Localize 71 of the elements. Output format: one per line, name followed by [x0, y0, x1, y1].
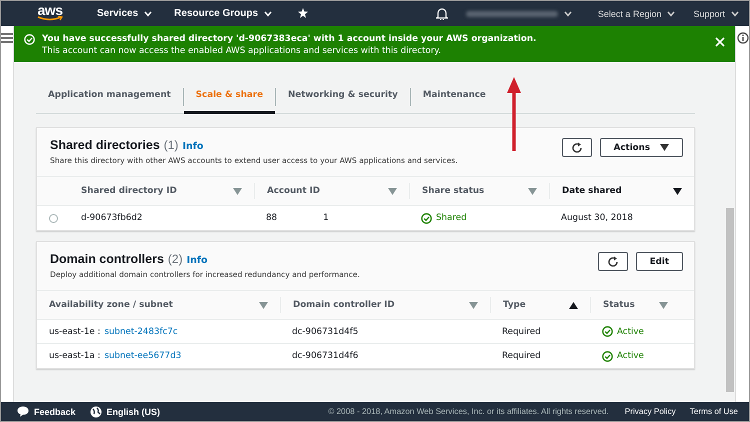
- column-header[interactable]: Account ID: [267, 186, 320, 196]
- check-circle-icon: [24, 34, 35, 45]
- caret-icon: [731, 10, 739, 16]
- refresh-icon: [606, 256, 619, 268]
- smile-icon: [37, 16, 63, 22]
- subnet-link[interactable]: subnet-ee5677d3: [104, 351, 182, 361]
- refresh-icon: [570, 142, 583, 154]
- refresh-button[interactable]: [598, 252, 628, 271]
- column-header[interactable]: Status: [603, 300, 635, 310]
- check-circle-icon: [421, 212, 432, 224]
- table-cell: us-east-1e :: [49, 326, 100, 336]
- caret-icon: [264, 10, 272, 16]
- banner-title: You have successfully shared directory 'd-9067383eca' with 1 account inside your AWS organization.: [42, 33, 538, 45]
- table-cell: 88: [266, 213, 278, 223]
- tab[interactable]: Application management: [36, 80, 183, 114]
- status-text: Active: [617, 326, 644, 336]
- edit-button[interactable]: Edit: [636, 252, 683, 271]
- speech-bubble-icon: [17, 406, 29, 417]
- radio-button[interactable]: [49, 214, 58, 222]
- status-text: Shared: [436, 213, 467, 223]
- column-header[interactable]: Type: [503, 300, 526, 310]
- account-menu[interactable]: [466, 10, 572, 16]
- refresh-button[interactable]: [562, 138, 592, 157]
- actions-button[interactable]: Actions: [600, 138, 683, 157]
- check-circle-icon: [602, 350, 613, 362]
- check-circle-icon: [602, 326, 613, 337]
- copyright-text: © 2008 - 2018, Amazon Web Services, Inc. or its affiliates. All rights reserved.: [328, 407, 609, 416]
- aws-logo[interactable]: aws: [37, 5, 63, 22]
- column-header[interactable]: Domain controller ID: [293, 300, 395, 310]
- item-count: (2): [168, 252, 183, 266]
- tab[interactable]: Networking & security: [276, 80, 410, 114]
- info-link[interactable]: Info: [186, 255, 208, 266]
- language-link[interactable]: English (US): [90, 406, 160, 418]
- caret-icon: [667, 10, 676, 16]
- close-icon: [715, 37, 725, 47]
- footer-link[interactable]: Terms of Use: [690, 407, 738, 416]
- caret-icon: [144, 10, 152, 16]
- table-cell: 1: [323, 213, 329, 223]
- section-title: Shared directories: [50, 138, 160, 152]
- table-cell: Required: [502, 326, 541, 336]
- info-icon: [736, 32, 748, 44]
- feedback-link[interactable]: Feedback: [17, 406, 76, 417]
- info-link[interactable]: Info: [182, 141, 204, 152]
- footer-link[interactable]: Privacy Policy: [624, 407, 676, 416]
- status-text: Active: [617, 351, 644, 361]
- nav-menu[interactable]: Resource Groups: [174, 8, 272, 19]
- table-cell: us-east-1a :: [49, 351, 100, 361]
- column-header[interactable]: Availability zone / subnet: [49, 300, 173, 310]
- nav-menu[interactable]: Support: [693, 8, 739, 18]
- item-count: (1): [164, 138, 178, 152]
- bell-icon: [436, 7, 448, 20]
- subnet-link[interactable]: subnet-2483fc7c: [104, 326, 178, 336]
- column-header[interactable]: Date shared: [562, 186, 622, 196]
- tab[interactable]: Maintenance: [410, 80, 498, 114]
- info-button[interactable]: [736, 32, 748, 44]
- column-header[interactable]: Share status: [422, 186, 484, 196]
- caret-icon: [564, 10, 572, 16]
- section-title: Domain controllers: [50, 252, 164, 266]
- banner-message: This account can now access the enabled AWS applications and services with this directory.: [42, 45, 442, 57]
- nav-menu[interactable]: Select a Region: [598, 8, 676, 18]
- table-cell: dc-906731d4f6: [292, 351, 358, 361]
- table-cell: dc-906731d4f5: [292, 326, 358, 336]
- sort-icon: [660, 144, 669, 151]
- table-cell: d-90673fb6d2: [81, 213, 142, 223]
- menu-icon: [1, 33, 13, 43]
- table-cell: Required: [502, 351, 541, 361]
- table-cell: August 30, 2018: [561, 213, 633, 223]
- menu-button[interactable]: [1, 32, 13, 44]
- globe-icon: [90, 406, 102, 418]
- nav-menu[interactable]: Services: [97, 8, 152, 19]
- column-header[interactable]: Shared directory ID: [81, 186, 177, 196]
